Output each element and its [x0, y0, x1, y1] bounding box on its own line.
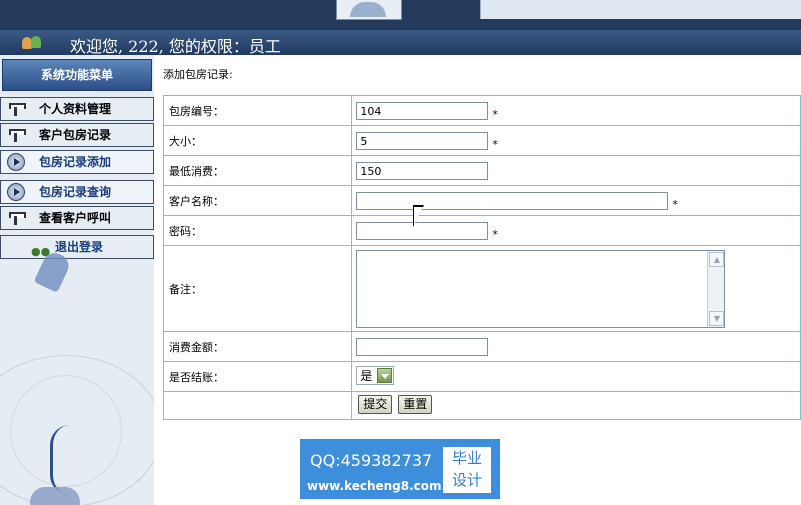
wrench-icon: [7, 127, 26, 143]
required-mark: *: [492, 108, 498, 121]
wrench-icon: [7, 101, 26, 117]
min-spend-input[interactable]: 150: [356, 162, 489, 180]
remark-textarea[interactable]: ▲ ▼: [356, 250, 726, 328]
record-form: 包房编号： 104 * 大小： 5 * 最低消费： 150 客户名称： * 密码…: [162, 95, 801, 420]
form-row: 客户名称： *: [162, 185, 801, 216]
reset-button[interactable]: 重置: [398, 395, 433, 414]
settled-value: 是: [360, 369, 373, 383]
menu-title: 系统功能菜单: [2, 59, 152, 91]
required-mark: *: [492, 138, 498, 151]
chevron-down-icon[interactable]: [377, 368, 393, 383]
customer-label: 客户名称：: [162, 185, 353, 216]
submit-button[interactable]: 提交: [358, 395, 393, 414]
logout-button[interactable]: ●● 退出登录: [0, 235, 154, 259]
form-row: 提交 重置: [162, 391, 801, 420]
form-row: 备注： ▲ ▼: [162, 245, 801, 332]
globe-icon: [350, 2, 386, 17]
sidebar-item-label: 查看客户呼叫: [39, 211, 112, 225]
room-no-label: 包房编号：: [162, 95, 353, 126]
banner-light-panel: [480, 0, 801, 19]
sidebar-item-label: 个人资料管理: [39, 102, 112, 116]
watermark-badge: 毕业 设计: [443, 447, 491, 493]
watermark-badge-line2: 设计: [451, 471, 482, 489]
form-row: 消费金额：: [162, 331, 801, 362]
password-label: 密码：: [162, 215, 353, 246]
form-row: 包房编号： 104 *: [162, 95, 801, 126]
remark-label: 备注：: [162, 245, 353, 332]
sidebar-item-customer-calls[interactable]: 查看客户呼叫: [0, 206, 154, 230]
wrench-icon: [7, 210, 26, 226]
customer-input[interactable]: [356, 192, 669, 210]
mouse-cursor-fill: [414, 207, 423, 225]
sidebar: 系统功能菜单 个人资料管理 客户包房记录 包房记录添加 包房记录查询 查看客户呼…: [0, 55, 154, 505]
top-banner: [0, 0, 801, 30]
sidebar-item-label: 包房记录查询: [39, 185, 112, 199]
size-label: 大小：: [162, 125, 353, 156]
watermark-badge-line1: 毕业: [451, 449, 482, 467]
form-row: 密码： *: [162, 215, 801, 246]
watermark: QQ:459382737 www.kecheng8.com 毕业 设计: [300, 439, 500, 499]
users-icon: [22, 34, 44, 50]
required-mark: *: [492, 228, 498, 241]
scroll-down-icon[interactable]: ▼: [709, 311, 725, 326]
sidebar-item-label: 客户包房记录: [39, 128, 112, 142]
watermark-qq: QQ:459382737: [310, 451, 433, 470]
page-title: 添加包房记录:: [163, 68, 233, 81]
form-row: 最低消费： 150: [162, 155, 801, 186]
mouse-decoration: [30, 487, 80, 505]
sidebar-item-room-records[interactable]: 客户包房记录: [0, 123, 154, 147]
sidebar-item-query-record[interactable]: 包房记录查询: [0, 180, 154, 204]
amount-input[interactable]: [356, 338, 489, 356]
welcome-text: 欢迎您, 222, 您的权限：员工: [70, 37, 281, 56]
settled-select[interactable]: 是: [356, 366, 395, 385]
amount-label: 消费金额：: [162, 331, 353, 362]
welcome-bar: 欢迎您, 222, 您的权限：员工: [0, 30, 801, 56]
size-input[interactable]: 5: [356, 132, 489, 150]
watermark-site: www.kecheng8.com: [307, 479, 442, 493]
play-icon: [7, 183, 25, 201]
room-no-input[interactable]: 104: [356, 102, 489, 120]
cable-decoration: [50, 425, 83, 495]
min-spend-label: 最低消费：: [162, 155, 353, 186]
sidebar-item-label: 包房记录添加: [39, 155, 112, 169]
play-icon: [7, 153, 25, 171]
required-mark: *: [672, 198, 678, 211]
form-row: 是否结账： 是: [162, 361, 801, 392]
settled-label: 是否结账：: [162, 361, 353, 392]
scroll-up-icon[interactable]: ▲: [709, 252, 725, 267]
form-row: 大小： 5 *: [162, 125, 801, 156]
banner-logo: [336, 0, 402, 20]
scrollbar[interactable]: ▲ ▼: [707, 251, 725, 327]
sidebar-item-add-record[interactable]: 包房记录添加: [0, 150, 154, 174]
sidebar-item-profile[interactable]: 个人资料管理: [0, 97, 154, 121]
